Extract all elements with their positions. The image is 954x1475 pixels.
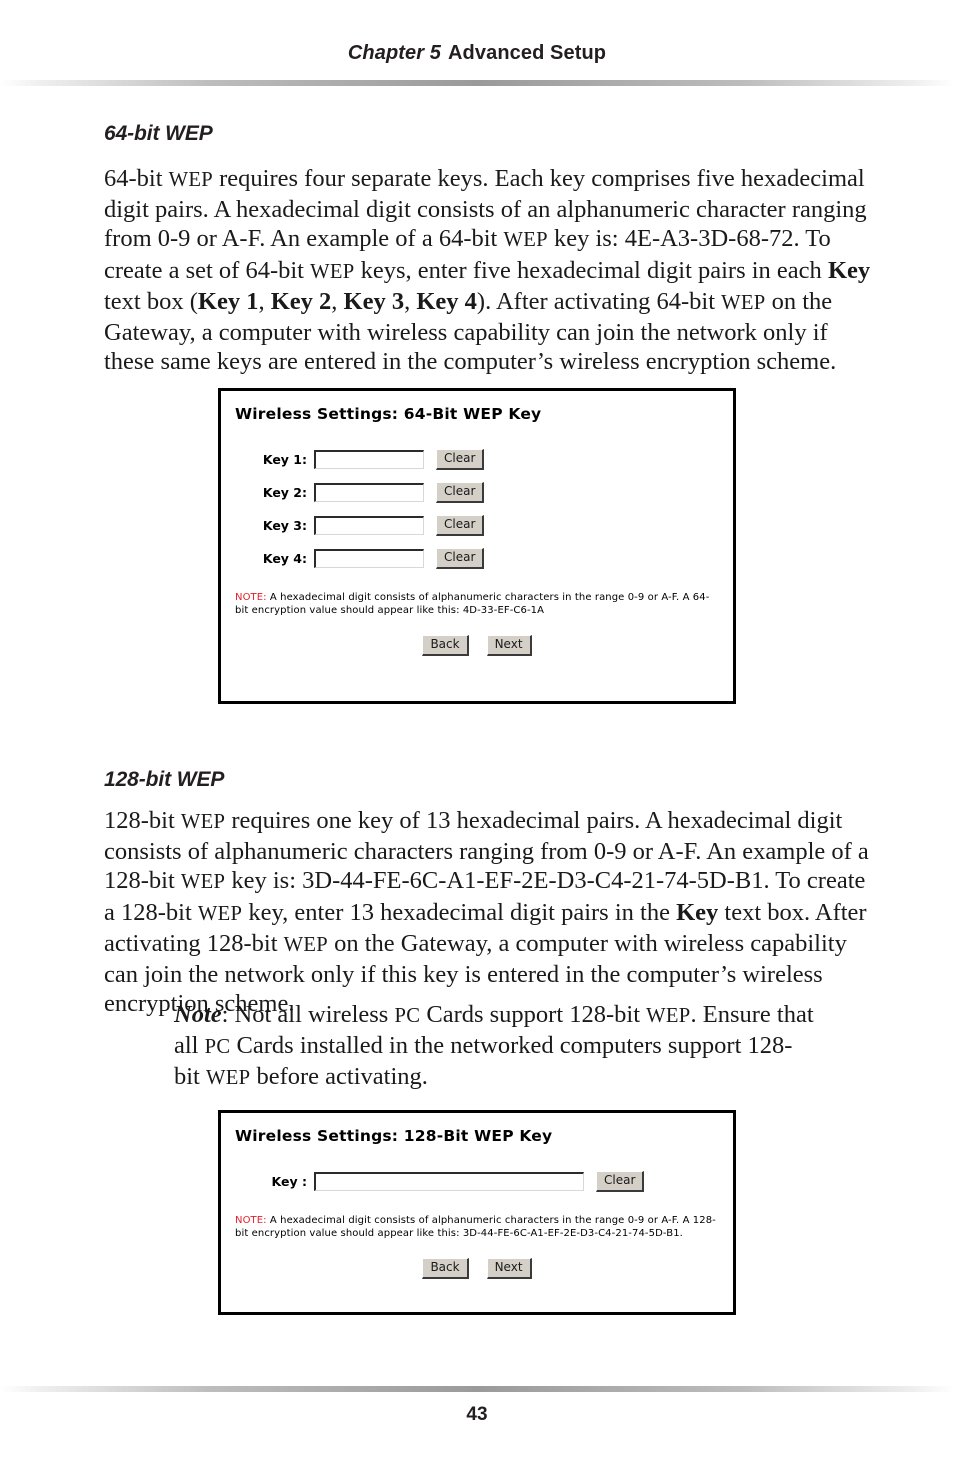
key-input[interactable] (314, 1172, 584, 1191)
note-body: A hexadecimal digit consists of alphanum… (235, 592, 710, 616)
key3-label: Key 3: (262, 518, 307, 533)
key-row: Key 4: Clear (249, 548, 733, 569)
figure-wireless-settings-128bit: Wireless Settings: 128-Bit WEP Key Key :… (218, 1110, 736, 1315)
page-number: 43 (466, 1404, 488, 1425)
running-head: Chapter 5 Advanced Setup (0, 42, 954, 65)
paragraph-128bit-wep: 128-bit WEP requires one key of 13 hexad… (104, 807, 869, 1018)
paragraph-64bit-wep: 64-bit WEP requires four separate keys. … (104, 165, 871, 376)
section-heading-128bit-wep: 128-bit WEP (104, 768, 225, 791)
key-label: Key : (271, 1174, 307, 1189)
key4-label: Key 4: (262, 551, 307, 566)
key4-clear-button[interactable]: Clear (436, 548, 485, 569)
footer-rule (0, 1386, 954, 1392)
next-button[interactable]: Next (486, 1258, 532, 1279)
figure-note-64bit: NOTE: A hexadecimal digit consists of al… (235, 591, 719, 617)
figure-title-64bit: Wireless Settings: 64-Bit WEP Key (235, 405, 542, 423)
note-tag: NOTE: (235, 592, 267, 603)
running-head-chapter: Chapter 5 (347, 42, 442, 64)
key2-label: Key 2: (262, 485, 307, 500)
key-clear-button[interactable]: Clear (596, 1171, 645, 1192)
section-heading-64bit-wep: 64-bit WEP (104, 122, 213, 145)
key1-clear-button[interactable]: Clear (436, 449, 485, 470)
key3-input[interactable] (314, 516, 424, 535)
figure-title-128bit: Wireless Settings: 128-Bit WEP Key (235, 1127, 553, 1145)
key-row: Key 1: Clear (249, 449, 733, 470)
back-button[interactable]: Back (422, 635, 469, 656)
key-row: Key 3: Clear (249, 515, 733, 536)
figure-buttons-64bit: Back Next (221, 635, 733, 656)
key-row: Key 2: Clear (249, 482, 733, 503)
key2-input[interactable] (314, 483, 424, 502)
note-paragraph-128bit-wep: Note: Not all wireless PC Cards support … (174, 1001, 814, 1091)
key-rows-128bit: Key : Clear (249, 1171, 733, 1192)
next-button[interactable]: Next (486, 635, 532, 656)
figure-buttons-128bit: Back Next (221, 1258, 733, 1279)
key1-label: Key 1: (262, 452, 307, 467)
key1-input[interactable] (314, 450, 424, 469)
note-tag: NOTE: (235, 1215, 267, 1226)
back-button[interactable]: Back (422, 1258, 469, 1279)
figure-wireless-settings-64bit: Wireless Settings: 64-Bit WEP Key Key 1:… (218, 388, 736, 704)
note-body: A hexadecimal digit consists of alphanum… (235, 1215, 716, 1239)
figure-note-128bit: NOTE: A hexadecimal digit consists of al… (235, 1214, 719, 1240)
key-row: Key : Clear (249, 1171, 733, 1192)
key2-clear-button[interactable]: Clear (436, 482, 485, 503)
key4-input[interactable] (314, 549, 424, 568)
key-rows-64bit: Key 1: Clear Key 2: Clear Key 3: Clear K… (249, 449, 733, 569)
key3-clear-button[interactable]: Clear (436, 515, 485, 536)
running-head-title: Advanced Setup (448, 42, 607, 64)
header-rule (0, 80, 954, 86)
